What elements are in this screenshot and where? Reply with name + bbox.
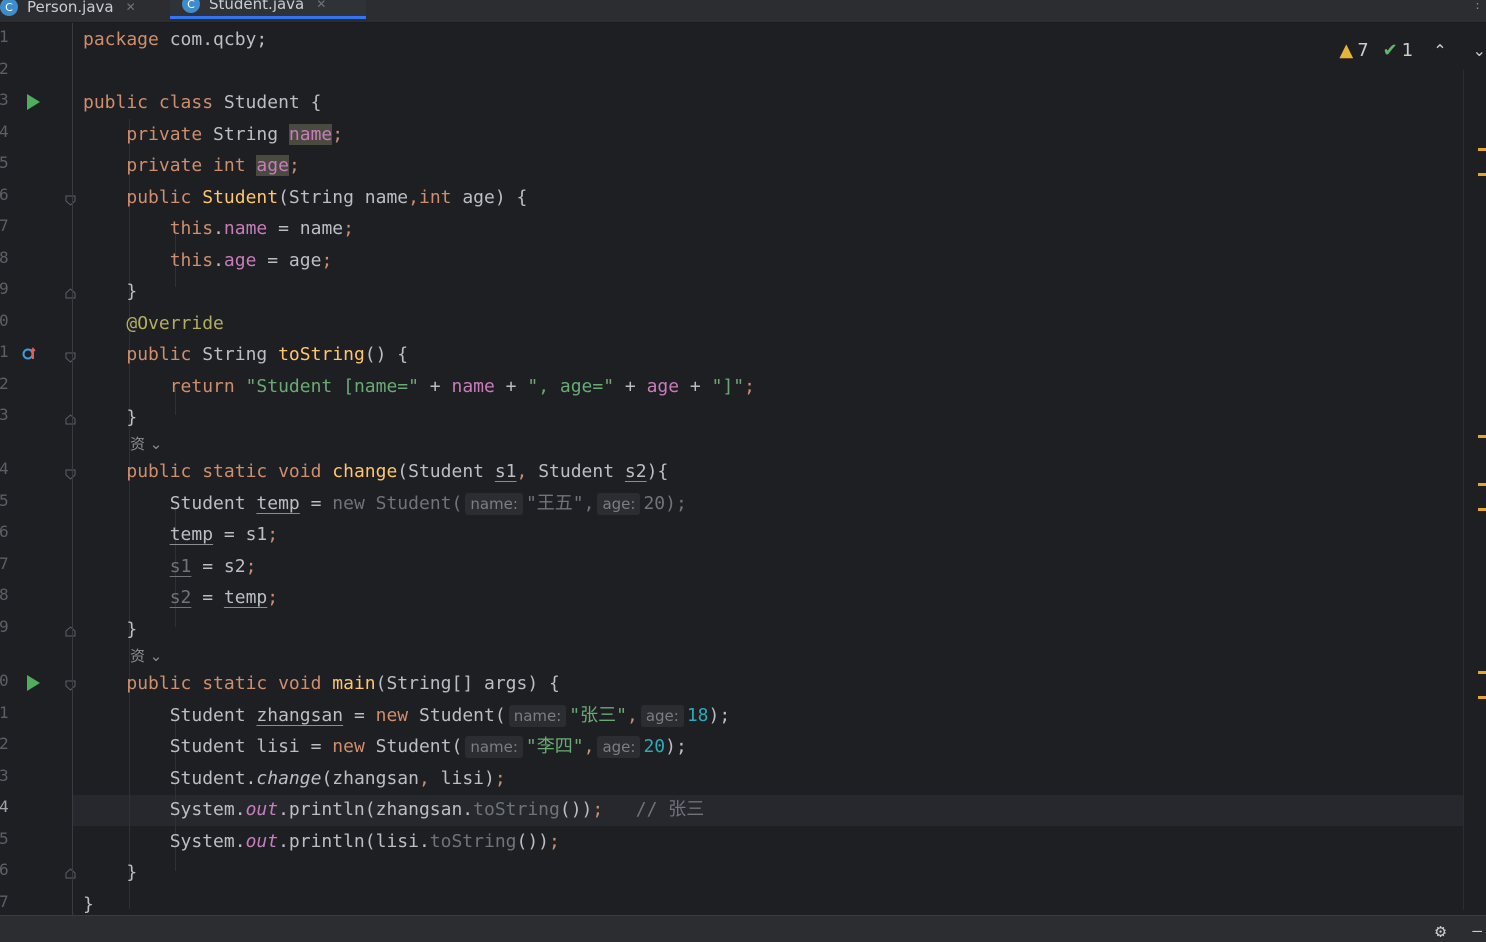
class-file-icon: C xyxy=(0,0,18,16)
code-line-4: private String name; xyxy=(126,124,344,145)
code-line-18: s2 = temp; xyxy=(169,587,279,608)
warning-icon: ▲ xyxy=(1339,39,1354,61)
line-number: 6 xyxy=(0,185,9,204)
param-hint: name: xyxy=(465,493,523,515)
bottom-status-bar: ⚙ — xyxy=(0,915,1486,942)
line-number: 1 xyxy=(0,703,9,722)
code-line-10: @Override xyxy=(126,313,224,334)
code-line-5: private int age; xyxy=(126,155,300,176)
param-hint: name: xyxy=(508,705,567,727)
line-number: 6 xyxy=(0,522,9,541)
line-number: 4 xyxy=(0,122,9,141)
code-line-16: temp = s1; xyxy=(169,524,279,545)
line-number: 5 xyxy=(0,491,9,510)
code-line-1: package com.qcby; xyxy=(83,29,268,50)
warning-marker[interactable] xyxy=(1478,148,1486,151)
code-line-15: Student temp = new Student(name: "王五", age… xyxy=(169,493,687,515)
ok-count: 1 xyxy=(1401,39,1414,61)
line-number: 7 xyxy=(0,892,9,911)
line-number: 0 xyxy=(0,671,9,690)
line-number: 2 xyxy=(0,374,9,393)
line-number: 4 xyxy=(0,459,9,478)
line-number: 9 xyxy=(0,617,9,636)
warning-marker[interactable] xyxy=(1478,696,1486,699)
code-line-3: public class Student { xyxy=(83,92,322,113)
line-number: 7 xyxy=(0,554,9,573)
code-line-14: public static void change(Student s1, St… xyxy=(126,461,669,482)
warning-marker[interactable] xyxy=(1478,671,1486,674)
code-line-22: Student lisi = new Student(name: "李四", age… xyxy=(169,736,687,758)
code-line-8: this.age = age; xyxy=(169,250,333,271)
code-line-6: public Student(String name,int age) { xyxy=(126,187,528,208)
gear-icon[interactable]: ⚙ xyxy=(1435,921,1446,942)
warning-marker[interactable] xyxy=(1478,435,1486,438)
code-line-21: Student zhangsan = new Student(name: "张三"… xyxy=(169,705,731,727)
chevron-up-icon[interactable]: ⌃ xyxy=(1433,41,1446,60)
line-number: 7 xyxy=(0,216,9,235)
check-icon: ✔ xyxy=(1382,39,1398,61)
run-icon[interactable] xyxy=(27,94,40,110)
class-file-icon: C xyxy=(182,0,200,13)
override-icon[interactable] xyxy=(22,347,36,361)
line-number: 9 xyxy=(0,279,9,298)
line-number: 3 xyxy=(0,766,9,785)
code-line-13: } xyxy=(126,407,138,428)
code-vision-hint[interactable]: 资 ⌄ xyxy=(130,433,162,454)
line-number: 1 xyxy=(0,27,9,46)
code-line-9: } xyxy=(126,281,138,302)
editor-tab-bar: C Person.java ✕ C Student.java ✕ ⋮ xyxy=(0,0,1486,23)
editor-gutter: 1 2 3 4 5 6 7 8 9 0 1 2 3 4 5 6 7 8 9 0 … xyxy=(0,23,76,916)
code-line-12: return "Student [name=" + name + ", age=… xyxy=(169,376,755,397)
param-hint: age: xyxy=(597,493,641,515)
code-line-23: Student.change(zhangsan, lisi); xyxy=(169,768,506,789)
warning-marker[interactable] xyxy=(1478,483,1486,486)
tab-person-java[interactable]: C Person.java ✕ xyxy=(0,0,168,22)
line-number: 5 xyxy=(0,153,9,172)
line-number: 3 xyxy=(0,90,9,109)
code-line-19: } xyxy=(126,619,138,640)
minimize-icon[interactable]: — xyxy=(1472,921,1482,940)
warning-marker[interactable] xyxy=(1478,508,1486,511)
code-editor[interactable]: package com.qcby; public class Student {… xyxy=(73,23,1463,916)
param-hint: name: xyxy=(465,736,523,758)
close-icon[interactable]: ✕ xyxy=(316,0,326,11)
line-number: 2 xyxy=(0,734,9,753)
line-number: 2 xyxy=(0,59,9,78)
warning-count: 7 xyxy=(1357,39,1369,61)
param-hint: age: xyxy=(640,705,684,727)
line-number: 8 xyxy=(0,248,9,267)
code-line-17: s1 = s2; xyxy=(169,556,257,577)
tab-student-java[interactable]: C Student.java ✕ xyxy=(170,0,366,19)
more-options-icon[interactable]: ⋮ xyxy=(1471,0,1484,11)
tab-label: Person.java xyxy=(27,0,114,16)
error-stripe[interactable] xyxy=(1462,23,1486,916)
line-number: 4 xyxy=(0,797,9,816)
code-line-7: this.name = name; xyxy=(169,218,354,239)
line-number: 6 xyxy=(0,860,9,879)
code-line-24: System.out.println(zhangsan.toString());… xyxy=(169,799,705,820)
code-vision-hint[interactable]: 资 ⌄ xyxy=(130,645,162,666)
code-line-11: public String toString() { xyxy=(126,344,409,365)
line-number: 3 xyxy=(0,405,9,424)
run-icon[interactable] xyxy=(27,675,40,691)
line-number: 5 xyxy=(0,829,9,848)
close-icon[interactable]: ✕ xyxy=(126,0,136,14)
warning-marker[interactable] xyxy=(1478,173,1486,176)
line-number: 0 xyxy=(0,311,9,330)
tab-label: Student.java xyxy=(209,0,305,13)
line-number: 1 xyxy=(0,342,9,361)
param-hint: age: xyxy=(597,736,641,758)
code-line-20: public static void main(String[] args) { xyxy=(126,673,560,694)
line-number: 8 xyxy=(0,585,9,604)
code-line-26: } xyxy=(126,862,138,883)
code-line-25: System.out.println(lisi.toString()); xyxy=(169,831,560,852)
